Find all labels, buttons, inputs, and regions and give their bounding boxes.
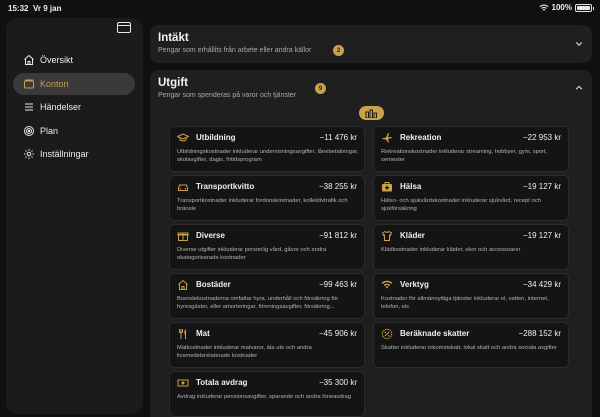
sidebar-item-label: Händelser (40, 102, 82, 112)
expense-title: Utgift (158, 77, 189, 89)
card-amount: −34 429 kr (522, 280, 561, 289)
card-amount: −38 255 kr (318, 182, 357, 191)
percent-badge-icon (381, 328, 393, 340)
card-description: Utbildningskostnader inkluderar undervis… (177, 149, 359, 163)
card-utbildning[interactable]: Utbildning −11 476 kr Utbildningskostnad… (169, 126, 365, 172)
graduation-cap-icon (177, 133, 189, 142)
expense-section: Utgift Pengar som spenderas på varor och… (150, 70, 592, 417)
card-amount: −35 300 kr (318, 378, 357, 387)
house-icon (22, 54, 35, 67)
status-time: 15:32 (8, 4, 29, 13)
income-subtitle: Pengar som erhållits från arbete eller a… (158, 47, 312, 54)
chevron-down-icon[interactable] (575, 40, 583, 48)
target-icon (22, 124, 35, 137)
card-beraknade-skatter[interactable]: Beräknade skatter −288 152 kr Skatter in… (373, 322, 569, 368)
card-description: Avdrag inkluderar pensionsavgifter, spar… (177, 394, 351, 400)
card-name: Kläder (400, 231, 425, 240)
sidebar: Översikt Konton Händelser Plan Inställni… (6, 18, 143, 414)
airplane-icon (382, 133, 392, 143)
card-description: Klädkostnader inkluderar kläder, skor oc… (381, 247, 521, 253)
card-mat[interactable]: Mat −45 906 kr Matkostnader inkluderar m… (169, 322, 365, 368)
card-verktyg[interactable]: Verktyg −34 429 kr Kostnader för allmänn… (373, 273, 569, 319)
gift-icon (177, 232, 189, 241)
wifi-icon (381, 280, 393, 289)
card-description: Diverse utgifter inkluderar personlig vå… (177, 247, 327, 261)
expense-count-badge: 9 (315, 83, 326, 94)
card-diverse[interactable]: Diverse −91 812 kr Diverse utgifter inkl… (169, 224, 365, 270)
card-amount: −19 127 kr (522, 231, 561, 240)
wifi-icon (539, 3, 549, 11)
sidebar-toggle-icon[interactable] (117, 22, 131, 33)
sidebar-item-plan[interactable]: Plan (13, 120, 135, 142)
main-content: Intäkt Pengar som erhållits från arbete … (150, 18, 594, 417)
card-description: Skatter inkluderar inkomstskatt, lokal s… (381, 345, 557, 351)
card-amount: −45 906 kr (318, 329, 357, 338)
card-description: Rekreationskostnader inkluderar streamin… (381, 149, 548, 163)
card-amount: −19 127 kr (522, 182, 561, 191)
expense-subtitle: Pengar som spenderas på varor och tjänst… (158, 92, 297, 99)
gear-icon (22, 148, 35, 161)
card-name: Transportkvitto (196, 182, 255, 191)
wallet-icon (22, 77, 35, 90)
battery-percent: 100% (551, 3, 572, 12)
card-name: Mat (196, 329, 210, 338)
status-bar: 15:32 Vr 9 jan 100% (0, 0, 600, 16)
card-name: Verktyg (400, 280, 429, 289)
sidebar-nav: Översikt Konton Händelser Plan Inställni… (13, 49, 135, 167)
car-icon (178, 184, 188, 191)
card-bostader[interactable]: Bostäder −99 463 kr Boendekostnaderna om… (169, 273, 365, 319)
card-name: Rekreation (400, 133, 442, 142)
income-title: Intäkt (158, 32, 189, 44)
chart-toggle-button[interactable] (359, 106, 384, 120)
card-description: Kostnader för allmännyttiga tjänster ink… (381, 296, 549, 310)
card-amount: −288 152 kr (518, 329, 561, 338)
card-description: Transportkostnader inkluderar fordonskos… (177, 198, 348, 212)
card-transportkvitto[interactable]: Transportkvitto −38 255 kr Transportkost… (169, 175, 365, 221)
house-icon (178, 279, 188, 290)
shirt-icon (381, 230, 393, 241)
card-name: Beräknade skatter (400, 329, 470, 338)
sidebar-item-installningar[interactable]: Inställningar (13, 143, 135, 165)
banknote-icon (177, 379, 189, 387)
list-icon (22, 101, 35, 114)
status-right: 100% (539, 3, 594, 12)
sidebar-item-label: Plan (40, 125, 59, 136)
card-description: Boendekostnaderna omfattar hyra, underhå… (177, 296, 339, 310)
fork-knife-icon (179, 329, 186, 339)
income-count-badge: 2 (333, 45, 344, 56)
income-section[interactable]: Intäkt Pengar som erhållits från arbete … (150, 25, 592, 63)
sidebar-item-label: Konton (40, 78, 69, 89)
chevron-up-icon[interactable] (575, 84, 583, 92)
card-amount: −22 953 kr (522, 133, 561, 142)
sidebar-item-handelser[interactable]: Händelser (13, 96, 135, 118)
card-name: Bostäder (196, 280, 231, 289)
sidebar-item-label: Inställningar (40, 149, 89, 159)
medical-kit-icon (382, 182, 392, 192)
card-amount: −11 476 kr (319, 133, 357, 142)
sidebar-item-label: Översikt (40, 55, 74, 65)
card-name: Totala avdrag (196, 378, 248, 387)
card-name: Diverse (196, 231, 225, 240)
card-description: Hälso- och sjukvårdskostnader inkluderar… (381, 198, 541, 212)
card-amount: −91 812 kr (318, 231, 357, 240)
card-totala-avdrag[interactable]: Totala avdrag −35 300 kr Avdrag inkluder… (169, 371, 365, 417)
sidebar-item-konton[interactable]: Konton (13, 72, 135, 95)
status-date: Vr 9 jan (33, 4, 62, 13)
card-amount: −99 463 kr (318, 280, 357, 289)
card-name: Utbildning (196, 133, 236, 142)
sidebar-item-oversikt[interactable]: Översikt (13, 49, 135, 71)
card-rekreation[interactable]: Rekreation −22 953 kr Rekreationskostnad… (373, 126, 569, 172)
card-klader[interactable]: Kläder −19 127 kr Klädkostnader inkluder… (373, 224, 569, 270)
card-description: Matkostnader inkluderar matvaror, äta ut… (177, 345, 312, 359)
card-name: Hälsa (400, 182, 422, 191)
battery-icon (575, 3, 594, 12)
bar-chart-icon (365, 109, 377, 118)
card-halsa[interactable]: Hälsa −19 127 kr Hälso- och sjukvårdskos… (373, 175, 569, 221)
